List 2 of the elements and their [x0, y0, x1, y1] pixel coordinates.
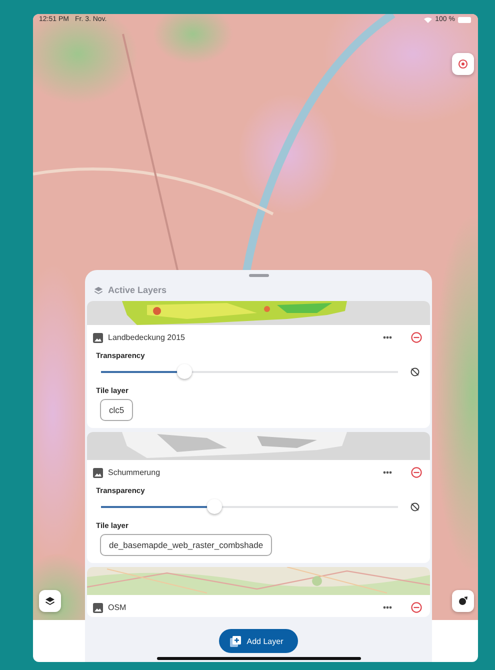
add-layer-button[interactable]: Add Layer	[218, 629, 298, 653]
add-icon	[230, 636, 241, 646]
